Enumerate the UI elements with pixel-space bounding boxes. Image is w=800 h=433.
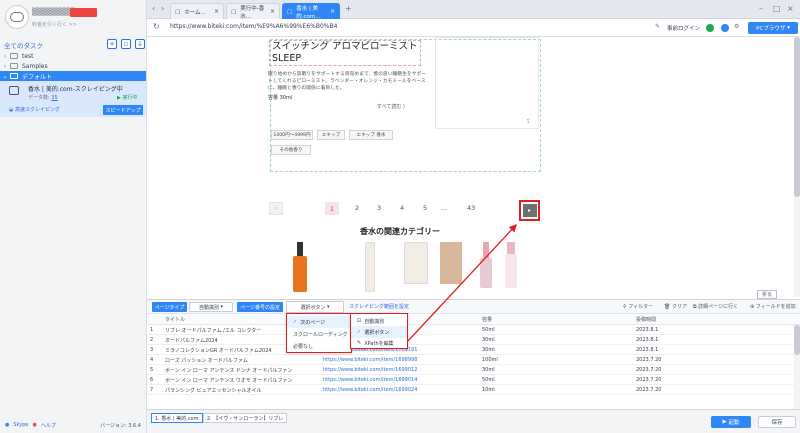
annotation-arrow: [407, 224, 517, 342]
